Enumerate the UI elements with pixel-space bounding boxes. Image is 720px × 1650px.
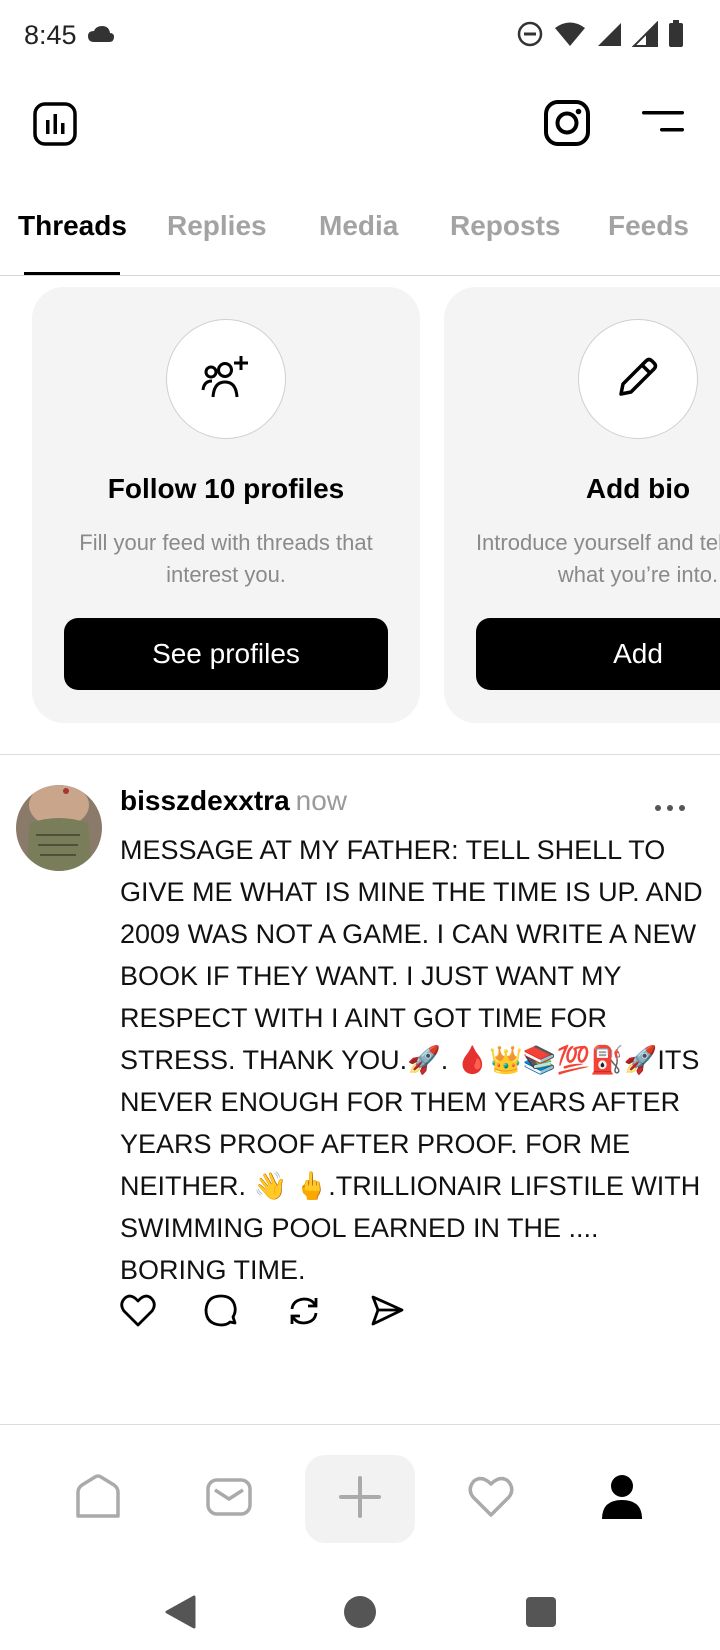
nav-activity[interactable] [431, 1425, 551, 1573]
avatar[interactable] [16, 785, 102, 871]
back-icon[interactable] [164, 1595, 196, 1634]
do-not-disturb-icon [516, 20, 544, 53]
insights-icon[interactable] [33, 102, 77, 151]
nav-profile[interactable] [562, 1425, 682, 1573]
post-text: MESSAGE AT MY FATHER: TELL SHELL TO GIVE… [120, 835, 711, 1285]
add-bio-button[interactable]: Add [476, 618, 720, 690]
post-actions [120, 1293, 405, 1334]
battery-icon [668, 20, 684, 53]
signal-icon [631, 20, 658, 52]
card-icon-circle [166, 319, 286, 439]
tab-replies[interactable]: Replies [167, 210, 267, 242]
status-time: 8:45 [24, 20, 77, 50]
card-icon-circle [578, 319, 698, 439]
status-bar: 8:45 [0, 0, 720, 72]
thread-post[interactable]: bisszdexxtra now MESSAGE AT MY FATHER: TE… [0, 755, 720, 1425]
activity-icon[interactable] [467, 1475, 515, 1524]
card-title: Follow 10 profiles [107, 473, 345, 504]
repost-icon[interactable] [286, 1293, 322, 1334]
profile-tabs: Threads Replies Media Reposts Feeds [0, 196, 720, 276]
add-bio-card: Add bio Introduce yourself and tell peop… [444, 287, 720, 723]
home-icon[interactable] [74, 1473, 122, 1525]
bottom-nav [0, 1425, 720, 1573]
add-people-icon [201, 354, 251, 405]
onboarding-cards[interactable]: Follow 10 profiles Fill your feed with t… [0, 287, 720, 723]
post-time: now [295, 785, 348, 816]
more-options-icon[interactable] [654, 799, 686, 817]
signal-icon [596, 21, 622, 52]
card-description: Introduce yourself and tell people what … [475, 530, 720, 587]
share-icon[interactable] [369, 1293, 405, 1334]
instagram-icon[interactable] [544, 100, 590, 151]
nav-home[interactable] [38, 1425, 158, 1573]
top-bar [0, 88, 720, 160]
see-profiles-button[interactable]: See profiles [64, 618, 388, 690]
tab-threads[interactable]: Threads [18, 210, 127, 242]
nav-create[interactable] [300, 1425, 420, 1573]
create-button[interactable] [305, 1455, 415, 1543]
nav-inbox[interactable] [169, 1425, 289, 1573]
card-description: Fill your feed with threads that interes… [79, 530, 373, 587]
post-username[interactable]: bisszdexxtra [120, 785, 290, 816]
recents-icon[interactable] [525, 1596, 557, 1633]
comment-icon[interactable] [203, 1293, 239, 1334]
card-title: Add bio [585, 473, 691, 504]
menu-icon[interactable] [642, 108, 686, 141]
system-nav [0, 1573, 720, 1650]
pencil-icon [615, 354, 661, 405]
home-circle-icon[interactable] [343, 1595, 377, 1634]
create-icon[interactable] [339, 1475, 381, 1523]
tab-reposts[interactable]: Reposts [450, 210, 560, 242]
inbox-icon[interactable] [205, 1477, 253, 1522]
tab-feeds[interactable]: Feeds [608, 210, 689, 242]
tab-media[interactable]: Media [319, 210, 398, 242]
wifi-icon [554, 21, 586, 52]
follow-profiles-card: Follow 10 profiles Fill your feed with t… [32, 287, 420, 723]
like-icon[interactable] [120, 1294, 156, 1333]
post-header: bisszdexxtra now [120, 785, 347, 817]
profile-icon[interactable] [600, 1474, 644, 1525]
cloud-icon [86, 24, 116, 49]
active-tab-indicator [24, 272, 120, 275]
